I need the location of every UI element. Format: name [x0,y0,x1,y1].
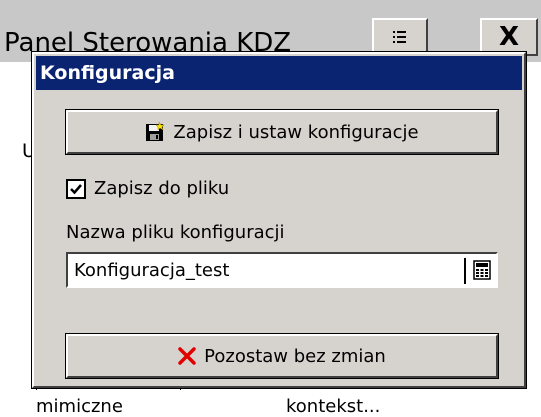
dialog-titlebar[interactable]: Konfiguracja [36,56,522,90]
menu-icon [393,31,406,43]
checkbox-label[interactable]: Zapisz do pliku [94,178,229,199]
calculator-icon[interactable] [472,260,492,280]
leave-unchanged-button[interactable]: Pozostaw bez zmian [65,333,499,379]
save-to-file-checkbox[interactable] [66,178,86,199]
save-to-file-row[interactable]: Zapisz do pliku [66,178,229,199]
leave-button-label: Pozostaw bez zmian [204,345,386,367]
floppy-disk-icon [146,122,166,141]
background-label-mimiczne[interactable]: mimiczne [36,396,123,417]
input-divider [464,258,466,284]
filename-field-label: Nazwa pliku konfiguracji [66,222,285,243]
close-button[interactable]: X [480,18,538,56]
check-icon [70,183,82,194]
filename-input[interactable] [74,260,454,281]
configuration-dialog: Konfiguracja Zapisz i ustaw konfiguracje… [31,51,527,389]
close-icon: X [498,22,520,52]
red-x-icon [178,347,196,365]
filename-field[interactable] [66,252,498,288]
save-button-label: Zapisz i ustaw konfiguracje [173,121,419,143]
save-and-apply-button[interactable]: Zapisz i ustaw konfiguracje [65,109,499,155]
background-label-kontekst[interactable]: kontekst... [286,396,380,417]
dialog-title: Konfiguracja [40,62,175,84]
menu-button[interactable] [372,18,428,56]
